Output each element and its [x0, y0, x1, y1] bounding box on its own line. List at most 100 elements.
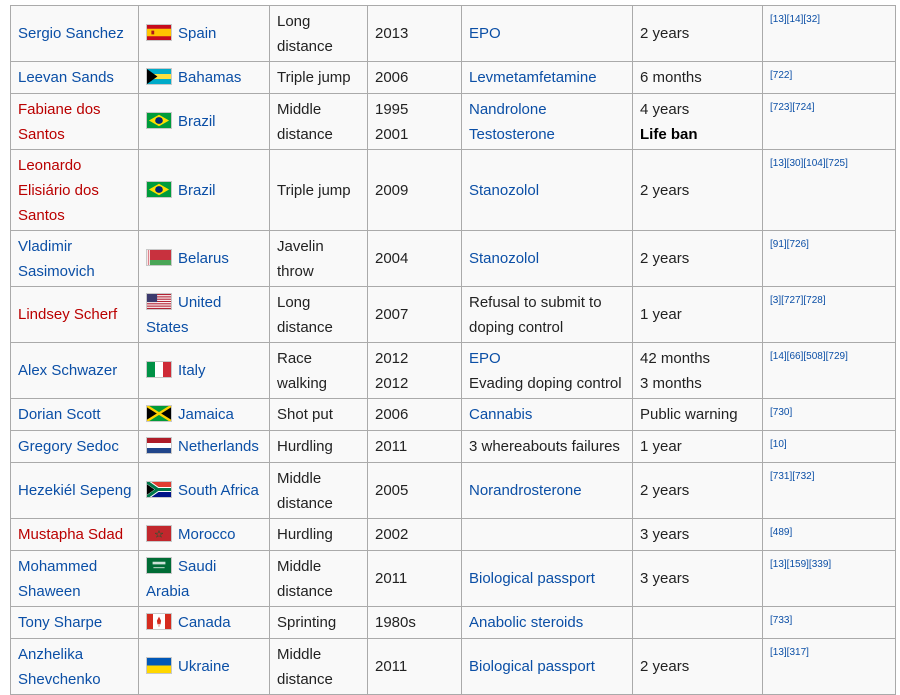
table-row: Vladimir Sasimovich Belarus Javelin throw 2… — [10, 230, 896, 287]
reference-links[interactable]: [91][726] — [770, 239, 809, 250]
country-link[interactable]: Jamaica — [178, 406, 234, 423]
references-cell: [14][66][508][729] — [762, 342, 896, 399]
references-cell: [91][726] — [762, 230, 896, 287]
offence-link[interactable]: Levmetamfetamine — [469, 65, 626, 90]
athlete-cell: Lindsey Scherf — [10, 286, 139, 343]
offence-cell: EPO Evading doping control — [461, 342, 633, 399]
year-cell: 1995 2001 — [367, 93, 462, 150]
event-cell: Javelin throw — [269, 230, 368, 287]
reference-links[interactable]: [13][317] — [770, 647, 809, 658]
athlete-cell: Mustapha Sdad — [10, 518, 139, 551]
country-link[interactable]: Canada — [178, 614, 231, 631]
offence-link[interactable]: Stanozolol — [469, 178, 626, 203]
reference-links[interactable]: [13][14][32] — [770, 14, 820, 25]
year-text: 2004 — [375, 250, 409, 267]
athlete-link[interactable]: Fabiane dos Santos — [18, 101, 101, 143]
penalty-text: 2 years — [640, 482, 690, 499]
offence-link[interactable]: Cannabis — [469, 402, 626, 427]
penalty-text: 3 years — [640, 570, 690, 587]
athlete-link[interactable]: Tony Sharpe — [18, 614, 102, 631]
athlete-link[interactable]: Dorian Scott — [18, 406, 101, 423]
offence-link[interactable]: EPO — [469, 346, 626, 371]
athlete-link[interactable]: Sergio Sanchez — [18, 25, 124, 42]
penalty-text: 3 years — [640, 526, 690, 543]
country-link[interactable]: South Africa — [178, 482, 259, 499]
country-link[interactable]: Brazil — [178, 113, 216, 130]
event-text: Middle distance — [277, 100, 333, 143]
country-link[interactable]: Netherlands — [178, 438, 259, 455]
country-cell: Bahamas — [138, 61, 270, 94]
table-row: Hezekiél Sepeng South Africa Middle distan… — [10, 462, 896, 519]
athlete-link[interactable]: Leonardo Elisiário dos Santos — [18, 157, 99, 224]
athlete-link[interactable]: Vladimir Sasimovich — [18, 238, 95, 280]
reference-links[interactable]: [3][727][728] — [770, 295, 826, 306]
athlete-cell: Tony Sharpe — [10, 606, 139, 639]
offence-link[interactable]: EPO — [469, 21, 626, 46]
reference-links[interactable]: [730] — [770, 407, 792, 418]
country-link[interactable]: Belarus — [178, 250, 229, 267]
offence-link[interactable]: Biological passport — [469, 654, 626, 679]
reference-links[interactable]: [489] — [770, 527, 792, 538]
event-text: Hurdling — [277, 438, 333, 455]
country-link[interactable]: Bahamas — [178, 69, 241, 86]
offence-link[interactable]: Nandrolone — [469, 97, 626, 122]
event-cell: Hurdling — [269, 430, 368, 463]
penalty-cell: 4 years Life ban — [632, 93, 763, 150]
year-cell: 2012 2012 — [367, 342, 462, 399]
offence-link[interactable]: Norandrosterone — [469, 478, 626, 503]
event-cell: Middle distance — [269, 638, 368, 695]
year-text: 1980s — [375, 614, 416, 631]
offence-cell: Cannabis — [461, 398, 633, 431]
country-link[interactable]: Morocco — [178, 526, 236, 543]
reference-links[interactable]: [14][66][508][729] — [770, 351, 848, 362]
year-cell: 2009 — [367, 149, 462, 231]
country-link[interactable]: Spain — [178, 25, 216, 42]
athlete-cell: Leevan Sands — [10, 61, 139, 94]
athlete-link[interactable]: Alex Schwazer — [18, 362, 117, 379]
reference-links[interactable]: [731][732] — [770, 471, 814, 482]
country-link[interactable]: Ukraine — [178, 658, 230, 675]
athlete-cell: Vladimir Sasimovich — [10, 230, 139, 287]
country-link[interactable]: Italy — [178, 362, 206, 379]
references-cell: [731][732] — [762, 462, 896, 519]
reference-links[interactable]: [13][30][104][725] — [770, 158, 848, 169]
athlete-link[interactable]: Anzhelika Shevchenko — [18, 646, 101, 688]
offence-cell: Nandrolone Testosterone — [461, 93, 633, 150]
penalty-cell — [632, 606, 763, 639]
offence-cell: 3 whereabouts failures — [461, 430, 633, 463]
event-cell: Shot put — [269, 398, 368, 431]
offence-link[interactable]: Anabolic steroids — [469, 610, 626, 635]
reference-links[interactable]: [733] — [770, 615, 792, 626]
reference-links[interactable]: [723][724] — [770, 102, 814, 113]
country-cell: Morocco — [138, 518, 270, 551]
country-cell: United States — [138, 286, 270, 343]
table-row: Anzhelika Shevchenko Ukraine Middle distan… — [10, 638, 896, 695]
athlete-link[interactable]: Mohammed Shaween — [18, 558, 97, 600]
offence-link[interactable]: Biological passport — [469, 566, 626, 591]
athlete-link[interactable]: Leevan Sands — [18, 69, 114, 86]
table-body: Sergio Sanchez Spain Long distance 2013 EPO 2… — [10, 5, 896, 695]
table-row: Dorian Scott Jamaica Shot put 2006 Cannabis P… — [10, 398, 896, 431]
country-cell: Spain — [138, 5, 270, 62]
table-row: Leonardo Elisiário dos Santos Brazil Tripl… — [10, 149, 896, 231]
athlete-link[interactable]: Gregory Sedoc — [18, 438, 119, 455]
reference-links[interactable]: [10] — [770, 439, 787, 450]
penalty-cell: 1 year — [632, 430, 763, 463]
athlete-link[interactable]: Lindsey Scherf — [18, 306, 117, 323]
references-cell: [730] — [762, 398, 896, 431]
year-text: 2001 — [375, 125, 409, 143]
athlete-link[interactable]: Hezekiél Sepeng — [18, 482, 131, 499]
athlete-cell: Dorian Scott — [10, 398, 139, 431]
event-cell: Sprinting — [269, 606, 368, 639]
reference-links[interactable]: [13][159][339] — [770, 559, 831, 570]
country-cell: Ukraine — [138, 638, 270, 695]
event-text: Long distance — [277, 293, 333, 336]
table-row: Alex Schwazer Italy Race walking 2012 2012 EP… — [10, 342, 896, 399]
offence-link[interactable]: Stanozolol — [469, 246, 626, 271]
offence-link[interactable]: Testosterone — [469, 122, 626, 147]
athlete-link[interactable]: Mustapha Sdad — [18, 526, 123, 543]
country-link[interactable]: Brazil — [178, 182, 216, 199]
year-text: 2007 — [375, 306, 409, 323]
event-cell: Middle distance — [269, 93, 368, 150]
reference-links[interactable]: [722] — [770, 70, 792, 81]
